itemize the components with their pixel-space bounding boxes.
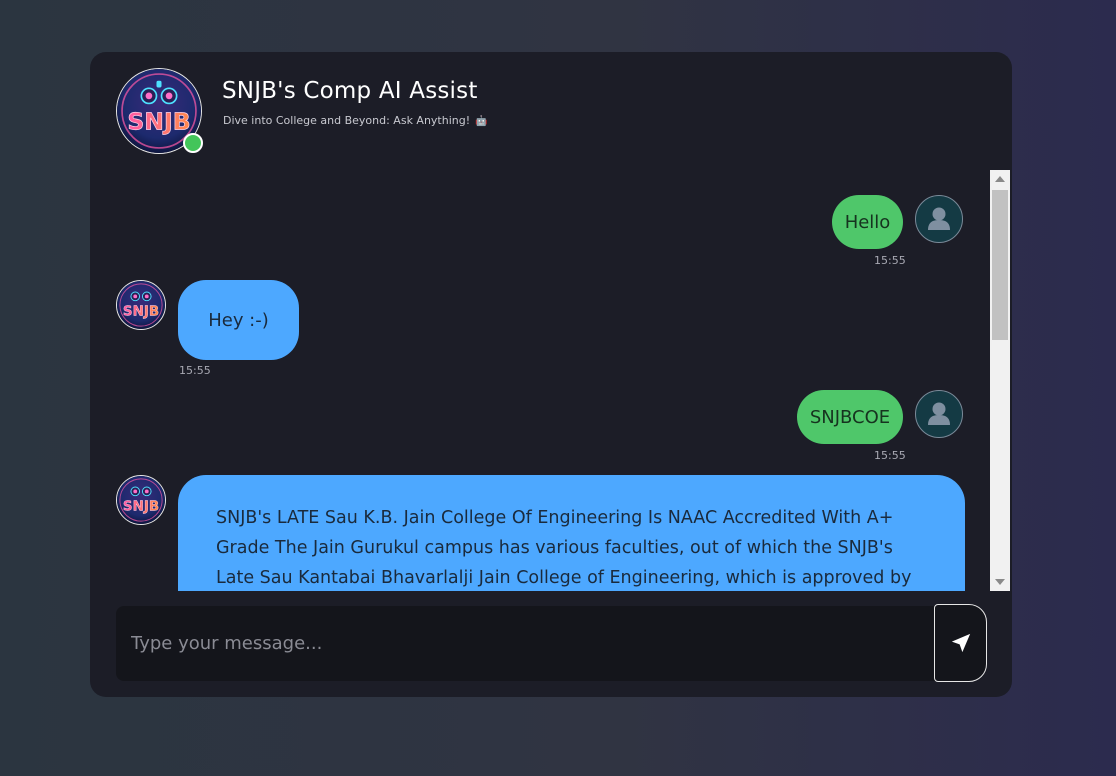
user-avatar xyxy=(915,195,963,243)
message-text: SNJBCOE xyxy=(809,406,891,428)
user-avatar-icon xyxy=(928,207,950,230)
logo-text: SNJB xyxy=(127,107,190,135)
message-timestamp: 15:55 xyxy=(874,254,906,267)
message-list[interactable]: Hello 15:55 SNJB Hey :-) 15:55 SNJBCOE 1… xyxy=(90,170,990,591)
scroll-up-arrow-icon[interactable] xyxy=(995,176,1005,182)
message-input[interactable] xyxy=(116,606,936,681)
user-message-bubble: Hello xyxy=(832,195,903,249)
snjb-logo: SNJB xyxy=(117,476,165,524)
page-title: SNJB's Comp AI Assist xyxy=(222,78,478,104)
send-icon xyxy=(951,633,970,653)
message-timestamp: 15:55 xyxy=(179,364,211,377)
send-button[interactable] xyxy=(934,604,987,682)
online-status-indicator xyxy=(183,133,203,153)
bot-logo-avatar: SNJB xyxy=(116,68,203,154)
robot-emoji-icon: 🤖 xyxy=(475,116,488,127)
bot-message-bubble: SNJB's LATE Sau K.B. Jain College Of Eng… xyxy=(178,475,965,591)
chat-header: SNJB SNJB's Comp AI Assist Dive into Col… xyxy=(90,52,1012,170)
user-message-bubble: SNJBCOE xyxy=(797,390,903,444)
message-timestamp: 15:55 xyxy=(874,449,906,462)
snjb-logo: SNJB xyxy=(117,281,165,329)
message-composer xyxy=(116,606,936,681)
user-avatar xyxy=(915,390,963,438)
message-text: SNJB's LATE Sau K.B. Jain College Of Eng… xyxy=(216,508,912,588)
message-text: Hey :-) xyxy=(208,309,269,331)
scroll-thumb[interactable] xyxy=(992,190,1008,340)
bot-message-bubble: Hey :-) xyxy=(178,280,299,360)
subtitle-text: Dive into College and Beyond: Ask Anythi… xyxy=(223,114,471,127)
logo-text: SNJB xyxy=(123,500,159,515)
message-scrollbar[interactable] xyxy=(990,170,1010,591)
page-subtitle: Dive into College and Beyond: Ask Anythi… xyxy=(223,114,488,127)
user-avatar-icon xyxy=(928,402,950,425)
bot-avatar: SNJB xyxy=(116,280,166,330)
bot-avatar: SNJB xyxy=(116,475,166,525)
message-text: Hello xyxy=(844,211,891,233)
logo-text: SNJB xyxy=(123,305,159,320)
chat-window: SNJB SNJB's Comp AI Assist Dive into Col… xyxy=(90,52,1012,697)
scroll-down-arrow-icon[interactable] xyxy=(995,579,1005,585)
